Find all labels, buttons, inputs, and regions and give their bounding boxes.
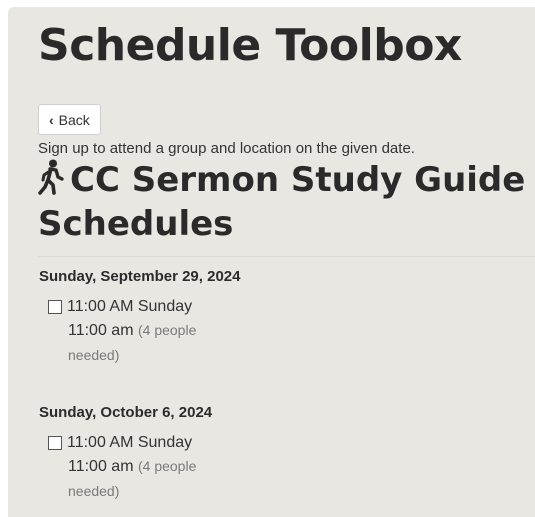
intro-text: Sign up to attend a group and location o… [38,140,415,157]
page-title: Schedule Toolbox [38,20,462,71]
date-heading: Sunday, September 29, 2024 [39,268,241,285]
slot-name: 11:00 AM Sunday [67,434,193,451]
people-needed-close: needed) [68,347,120,363]
slot-time: 11:00 am [68,458,134,475]
back-button-label: Back [58,111,90,128]
slot-checkbox[interactable] [48,436,62,450]
date-heading: Sunday, October 6, 2024 [39,404,213,421]
slot-checkbox[interactable] [48,300,62,314]
people-needed-close: needed) [68,483,120,499]
back-button[interactable]: ‹ Back [38,104,101,135]
divider [38,256,535,257]
time-slot: 11:00 AM Sunday 11:00 am (4 people neede… [48,432,218,504]
slot-name: 11:00 AM Sunday [67,298,193,315]
time-slot: 11:00 AM Sunday 11:00 am (4 people neede… [48,296,218,368]
slot-detail: 11:00 am (4 people needed) [48,318,218,368]
slot-detail: 11:00 am (4 people needed) [48,454,218,504]
slot-time: 11:00 am [68,322,134,339]
walking-person-icon [38,159,64,195]
section-title: CC Sermon Study Guide Schedules [38,158,528,246]
people-needed-open: (4 people [137,322,197,338]
chevron-left-icon: ‹ [49,111,54,128]
section-title-text: CC Sermon Study Guide Schedules [38,160,526,244]
people-needed-open: (4 people [137,458,197,474]
